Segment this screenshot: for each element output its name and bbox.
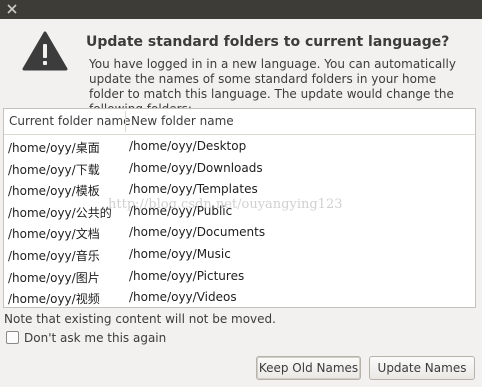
current-folder-cell: /home/oyy/视频 [8, 292, 100, 307]
current-folder-cell: /home/oyy/图片 [8, 270, 100, 285]
new-folder-cell: /home/oyy/Downloads [129, 160, 263, 175]
window-titlebar [0, 0, 482, 19]
current-folder-cell: /home/oyy/音乐 [8, 249, 100, 263]
table-row[interactable]: /home/oyy/公共的/home/oyy/Public [4, 201, 475, 222]
table-row[interactable]: /home/oyy/桌面/home/oyy/Desktop [4, 136, 475, 157]
table-row[interactable]: /home/oyy/图片/home/oyy/Pictures [4, 266, 475, 287]
new-folder-cell: /home/oyy/Pictures [129, 268, 245, 283]
current-folder-cell: /home/oyy/模板 [8, 184, 100, 199]
current-folder-cell: /home/oyy/桌面 [8, 141, 100, 155]
folders-table[interactable]: Current folder name New folder name /hom… [3, 108, 476, 308]
note-text: Note that existing content will not be m… [4, 312, 276, 326]
table-row[interactable]: /home/oyy/音乐/home/oyy/Music [4, 244, 475, 265]
table-row[interactable]: /home/oyy/模板/home/oyy/Templates [4, 179, 475, 200]
new-folder-cell: /home/oyy/Desktop [129, 139, 247, 153]
dont-ask-label[interactable]: Don't ask me this again [24, 331, 166, 345]
column-header-new[interactable]: New folder name [131, 114, 234, 128]
close-icon[interactable] [6, 3, 18, 15]
current-folder-cell: /home/oyy/下载 [8, 162, 100, 177]
new-folder-cell: /home/oyy/Videos [129, 290, 237, 305]
column-header-current[interactable]: Current folder name [9, 114, 131, 128]
dont-ask-checkbox[interactable] [6, 331, 19, 344]
table-header: Current folder name New folder name [4, 109, 475, 135]
column-divider [125, 111, 126, 132]
keep-old-names-button[interactable]: Keep Old Names [256, 356, 361, 380]
new-folder-cell: /home/oyy/Public [129, 203, 233, 218]
new-folder-cell: /home/oyy/Music [129, 247, 231, 261]
update-names-button[interactable]: Update Names [369, 356, 475, 380]
table-row[interactable]: /home/oyy/文档/home/oyy/Documents [4, 222, 475, 243]
table-row[interactable]: /home/oyy/下载/home/oyy/Downloads [4, 158, 475, 179]
new-folder-cell: /home/oyy/Documents [129, 225, 266, 240]
new-folder-cell: /home/oyy/Templates [129, 182, 258, 197]
warning-icon [22, 31, 68, 71]
table-row[interactable]: /home/oyy/视频/home/oyy/Videos [4, 287, 475, 307]
current-folder-cell: /home/oyy/公共的 [8, 205, 112, 220]
current-folder-cell: /home/oyy/文档 [8, 227, 100, 242]
dialog-title: Update standard folders to current langu… [86, 34, 450, 50]
